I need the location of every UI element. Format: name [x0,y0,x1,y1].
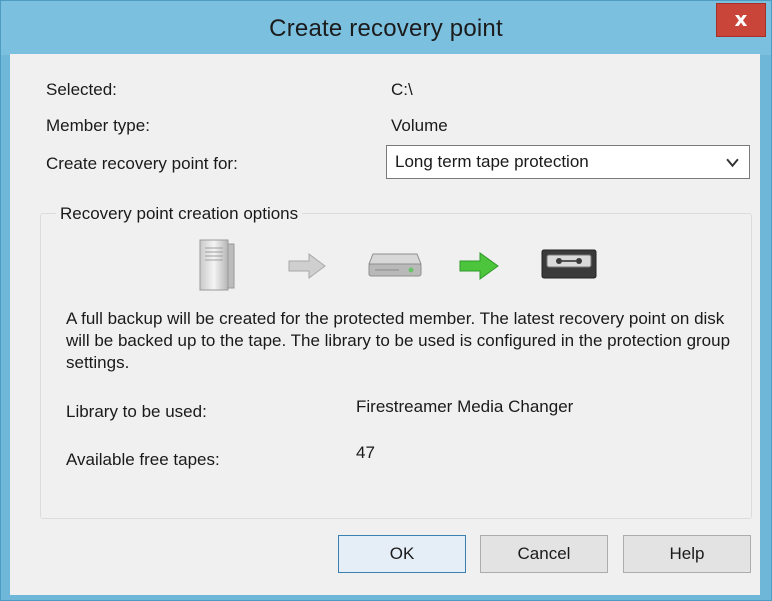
help-button[interactable]: Help [623,535,751,573]
arrow-right-green-icon [459,252,499,280]
dialog-title: Create recovery point [269,15,503,42]
library-value: Firestreamer Media Changer [356,397,574,416]
cancel-button[interactable]: Cancel [480,535,608,573]
arrow-right-gray-icon [288,253,326,279]
library-label: Library to be used: [66,402,207,421]
free-tapes-label: Available free tapes: [66,450,220,469]
create-for-dropdown[interactable]: Long term tape protection [386,145,750,179]
ok-button[interactable]: OK [338,535,466,573]
close-button[interactable]: x [716,3,766,37]
free-tapes-value: 47 [356,443,375,462]
options-description: A full backup will be created for the pr… [66,309,731,372]
create-for-selected-value: Long term tape protection [395,152,589,171]
server-icon [199,239,235,291]
options-group-legend: Recovery point creation options [56,204,303,224]
selected-value: C:\ [391,80,413,99]
member-type-value: Volume [391,116,448,135]
create-for-label: Create recovery point for: [46,154,238,173]
close-icon: x [734,7,748,31]
title-bar[interactable]: Create recovery point x [1,1,771,55]
member-type-label: Member type: [46,116,150,135]
chevron-down-icon [726,158,739,168]
tape-icon [541,249,597,279]
disk-icon [368,253,422,277]
selected-label: Selected: [46,80,117,99]
